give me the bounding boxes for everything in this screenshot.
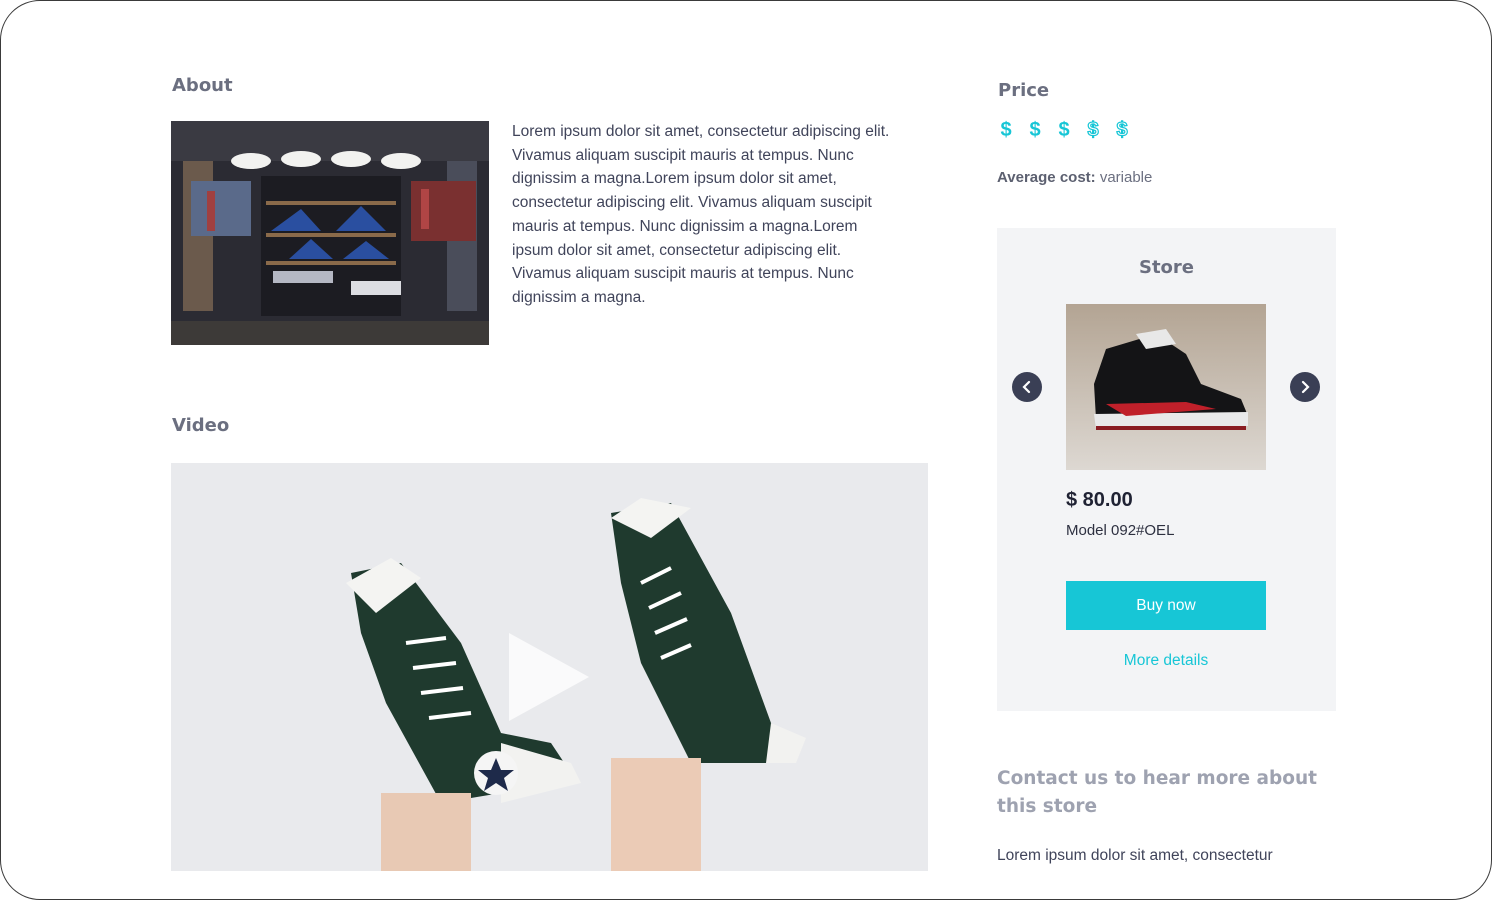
- store-interior-image: [171, 121, 489, 345]
- contact-text: Lorem ipsum dolor sit amet, consectetur: [997, 847, 1273, 864]
- chevron-left-icon: [1022, 380, 1031, 394]
- product-price: $ 80.00: [1066, 489, 1133, 511]
- product-model: Model 092#OEL: [1066, 522, 1175, 539]
- dollar-filled-icon: $: [1029, 119, 1041, 141]
- average-cost-label: Average cost:: [997, 169, 1096, 186]
- buy-now-button[interactable]: Buy now: [1066, 581, 1266, 630]
- carousel-prev-button[interactable]: [1012, 372, 1042, 402]
- more-details-link[interactable]: More details: [1066, 652, 1266, 670]
- dollar-filled-icon: $: [1000, 119, 1012, 141]
- carousel-next-button[interactable]: [1290, 372, 1320, 402]
- about-text: Lorem ipsum dolor sit amet, consectetur …: [512, 123, 890, 306]
- product-image[interactable]: [1066, 304, 1266, 470]
- store-card: Store $ 80.00 Model 092#OEL Buy now More…: [997, 228, 1336, 711]
- price-heading: Price: [998, 80, 1050, 101]
- page-frame: About Lorem ipsum dolor sit amet, consec…: [0, 0, 1492, 900]
- video-heading: Video: [172, 415, 230, 436]
- average-cost: Average cost: variable: [997, 169, 1152, 186]
- about-heading: About: [172, 75, 233, 96]
- play-icon[interactable]: [509, 633, 589, 721]
- dollar-outline-icon: $: [1087, 118, 1099, 141]
- contact-heading: Contact us to hear more about this store: [997, 768, 1317, 817]
- dollar-outline-icon: $: [1116, 118, 1128, 141]
- average-cost-value: variable: [1099, 169, 1153, 186]
- price-rating: $ $ $ $ $: [996, 118, 1132, 142]
- dollar-filled-icon: $: [1058, 119, 1070, 141]
- chevron-right-icon: [1301, 380, 1310, 394]
- store-heading: Store: [1138, 257, 1195, 278]
